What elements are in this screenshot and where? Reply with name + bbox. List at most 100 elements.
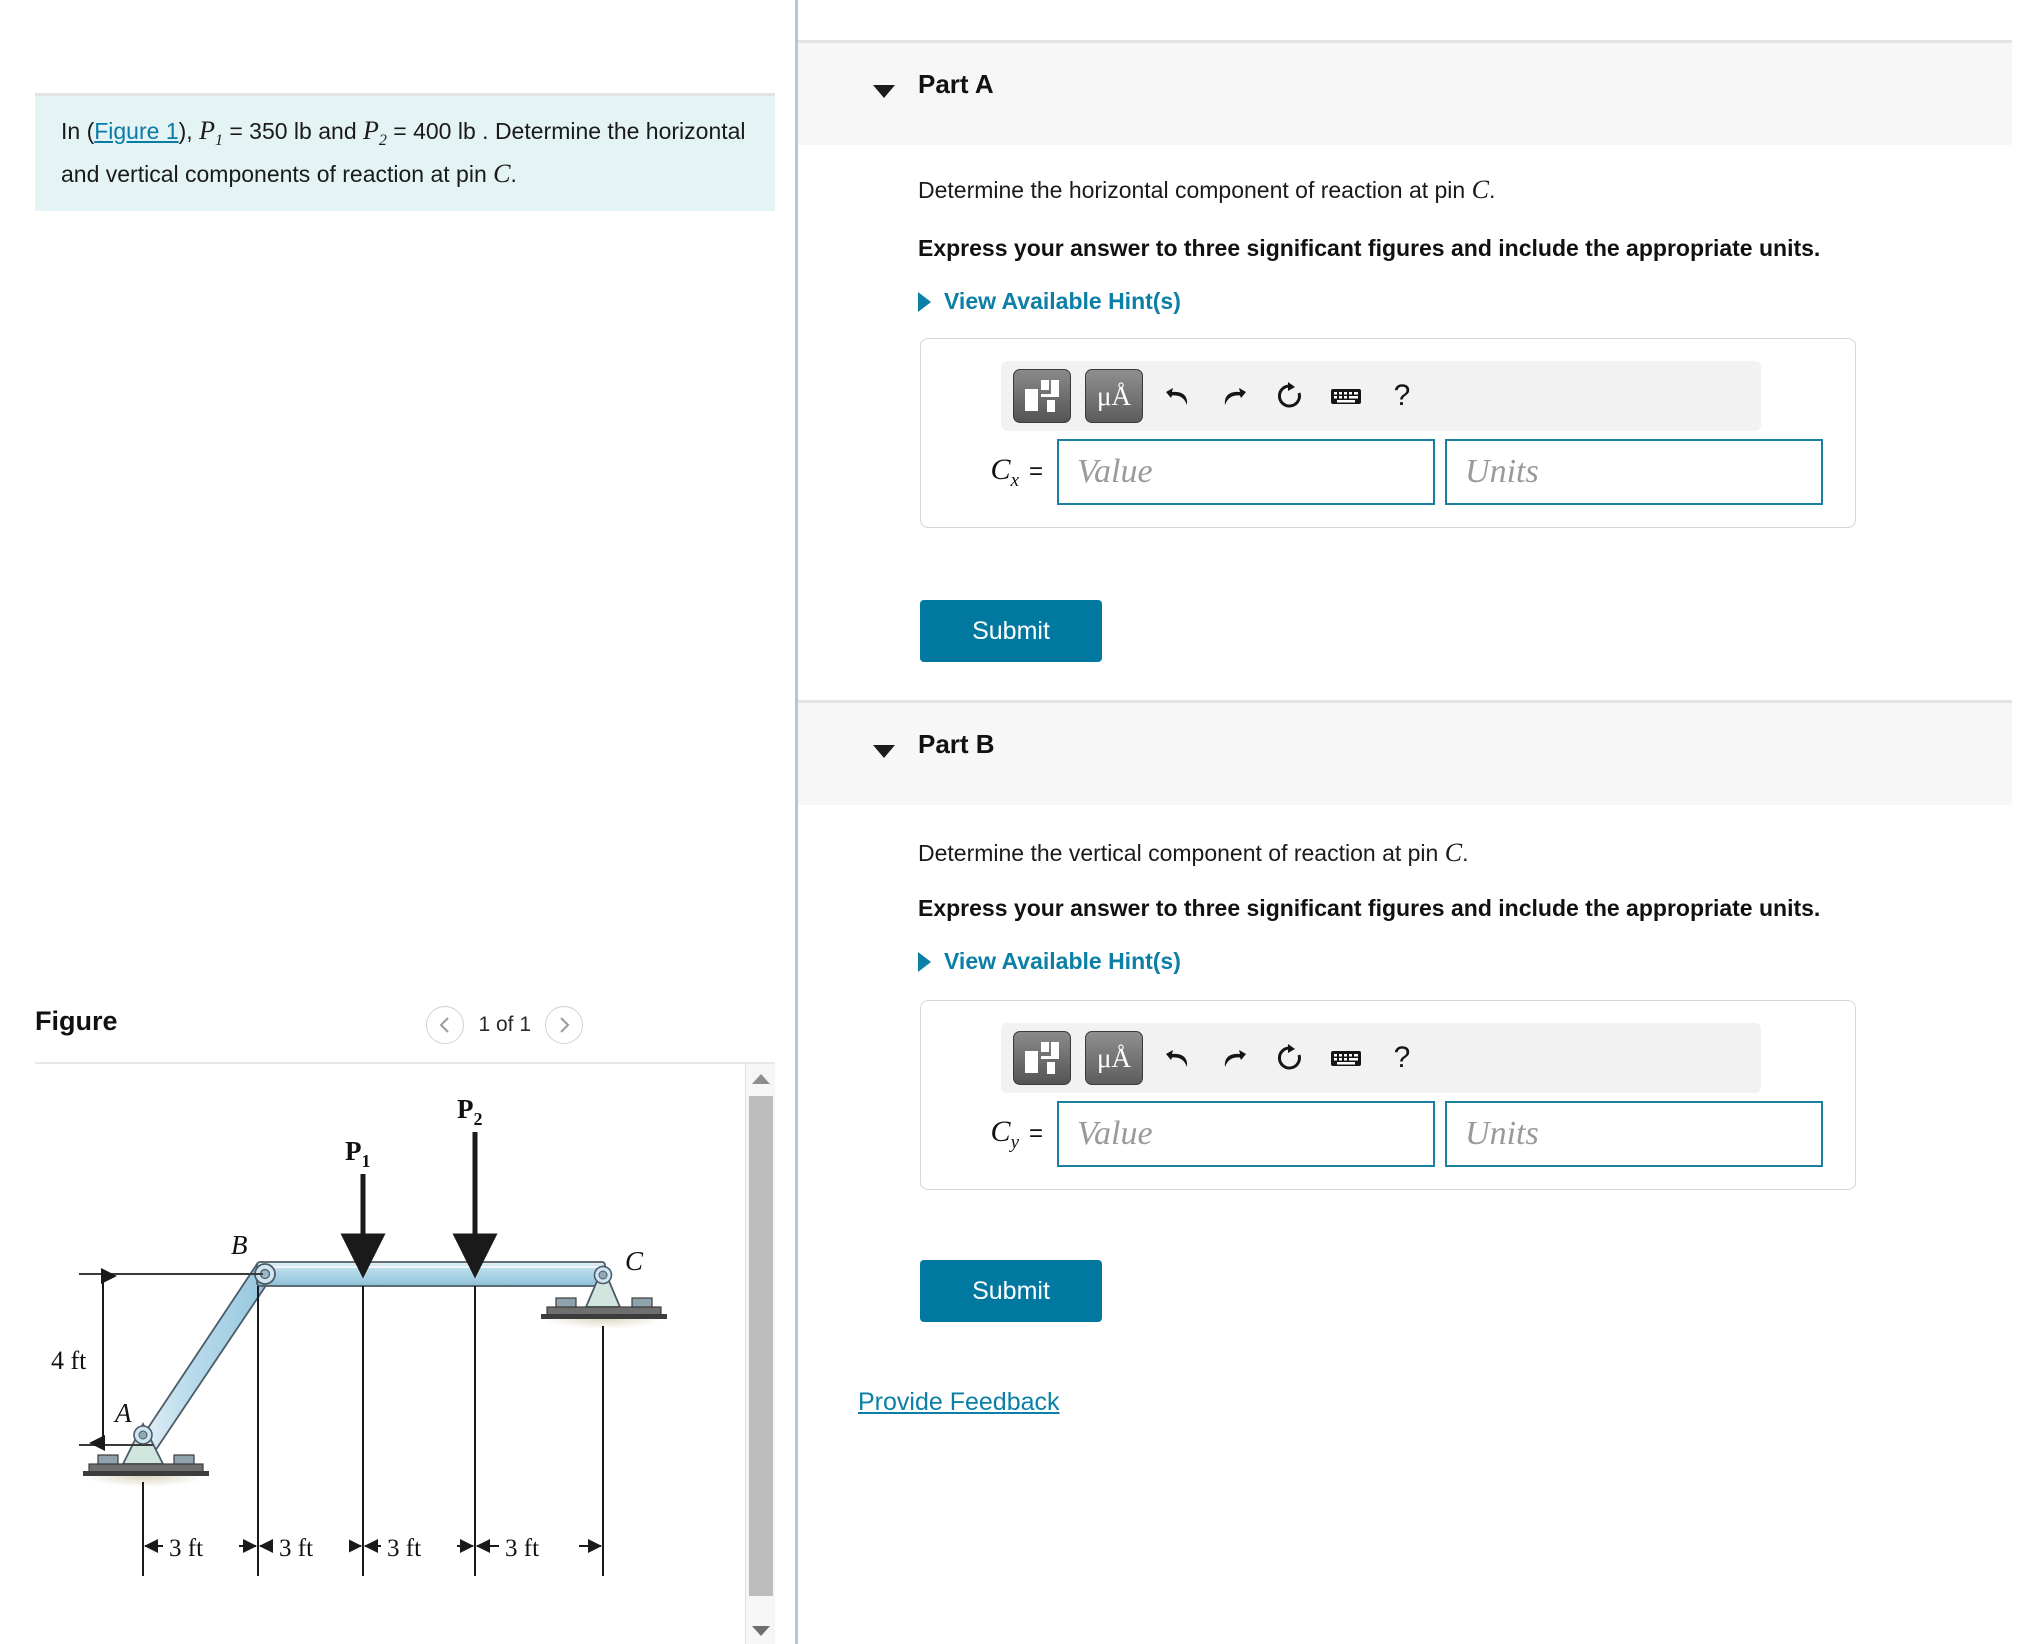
dimension-seg3-label: 3 ft <box>387 1535 421 1562</box>
part-a-prompt: Determine the horizontal component of re… <box>918 175 1495 205</box>
redo-arrow-icon[interactable] <box>1213 375 1255 417</box>
part-b-equals-sign: = <box>1029 1120 1044 1147</box>
part-a-value-input[interactable]: Value <box>1057 439 1436 505</box>
p1-value: = 350 lb <box>222 118 312 144</box>
help-glyph: ? <box>1393 379 1411 412</box>
scrollbar-up-button[interactable] <box>746 1064 776 1094</box>
part-a-answer-label: Cx <box>990 452 1019 491</box>
label-B: B <box>231 1230 248 1260</box>
figure-header: Figure 1 of 1 <box>35 1000 775 1062</box>
part-a-prompt-text: Determine the horizontal component of re… <box>918 177 1472 203</box>
keyboard-icon[interactable] <box>1325 1037 1367 1079</box>
figure-navigation: 1 of 1 <box>426 1006 583 1044</box>
redo-arrow-icon[interactable] <box>1213 1037 1255 1079</box>
caret-down-icon[interactable] <box>873 745 895 758</box>
caret-down-icon[interactable] <box>873 85 895 98</box>
part-a-equals-sign: = <box>1029 458 1044 485</box>
part-b-units-input[interactable]: Units <box>1445 1101 1824 1167</box>
figure-counter: 1 of 1 <box>478 1013 531 1036</box>
question-statement-box: In (Figure 1), P1 = 350 lb and P2 = 400 … <box>35 93 775 212</box>
part-a-value-placeholder: Value <box>1077 453 1153 490</box>
micro-angstrom-units-icon[interactable]: μÅ <box>1085 1031 1143 1085</box>
part-b-units-placeholder: Units <box>1465 1115 1539 1152</box>
question-mark-icon[interactable]: ? <box>1381 1037 1423 1079</box>
math-template-icon[interactable] <box>1013 369 1071 423</box>
part-a-answer-box: μÅ ? Cx = Value Units <box>920 338 1856 528</box>
pin-support-A <box>83 1421 209 1476</box>
beam-frame-diagram: P1 P2 B C A 4 ft 3 ft 3 ft 3 ft 3 ft <box>51 1094 667 1576</box>
part-a-pin-symbol: C <box>1471 175 1489 204</box>
reset-circular-arrow-icon[interactable] <box>1269 375 1311 417</box>
figure-diagram: P1 P2 B C A 4 ft 3 ft 3 ft 3 ft 3 ft <box>35 1064 745 1644</box>
dimension-seg1-label: 3 ft <box>169 1535 203 1562</box>
part-b-instruction: Express your answer to three significant… <box>918 895 1821 921</box>
caret-right-icon <box>918 951 931 972</box>
part-a-title: Part A <box>918 69 994 99</box>
figure-title: Figure <box>35 1006 118 1036</box>
undo-arrow-icon[interactable] <box>1157 375 1199 417</box>
part-b-answer-label: Cy <box>990 1114 1019 1153</box>
figure-prev-button[interactable] <box>426 1006 465 1044</box>
part-b-submit-button[interactable]: Submit <box>920 1260 1102 1322</box>
part-b-equation-row: Cy = Value Units <box>947 1101 1824 1167</box>
provide-feedback-link[interactable]: Provide Feedback <box>858 1388 1060 1417</box>
reset-circular-arrow-icon[interactable] <box>1269 1037 1311 1079</box>
part-a-prompt-period: . <box>1488 177 1496 203</box>
p1-symbol: P1 <box>199 116 223 150</box>
help-glyph: ? <box>1393 1041 1411 1074</box>
label-A: A <box>113 1398 132 1428</box>
p2-value: = 400 lb <box>386 118 476 144</box>
figure-pane: P1 P2 B C A 4 ft 3 ft 3 ft 3 ft 3 ft <box>35 1062 775 1644</box>
part-b-hints-label: View Available Hint(s) <box>944 948 1181 974</box>
units-glyph: μÅ <box>1097 380 1131 411</box>
label-C: C <box>625 1246 644 1276</box>
question-text: In (Figure 1), P1 = 350 lb and P2 = 400 … <box>61 114 749 191</box>
label-P2: P2 <box>457 1094 483 1129</box>
conjunction-and: and <box>311 118 363 144</box>
question-after-link: ), <box>178 118 200 144</box>
part-a-view-hints-link[interactable]: View Available Hint(s) <box>918 288 1181 315</box>
member-AB <box>136 1262 275 1456</box>
scrollbar-down-button[interactable] <box>746 1616 776 1644</box>
part-b-pin-symbol: C <box>1444 838 1463 867</box>
caret-right-icon <box>918 291 931 312</box>
part-b-header[interactable]: Part B <box>798 700 2012 805</box>
part-b-prompt-text: Determine the vertical component of reac… <box>918 840 1445 866</box>
part-a-header[interactable]: Part A <box>798 40 2012 145</box>
part-a-units-input[interactable]: Units <box>1445 439 1824 505</box>
figure-next-button[interactable] <box>545 1006 583 1044</box>
page-root: In (Figure 1), P1 = 350 lb and P2 = 400 … <box>0 0 2026 1644</box>
dimension-height-label: 4 ft <box>51 1346 87 1375</box>
part-b-prompt-period: . <box>1462 840 1469 866</box>
chevron-left-icon <box>440 1017 450 1033</box>
pin-c-symbol: C <box>493 159 511 189</box>
part-a-submit-button[interactable]: Submit <box>920 600 1102 662</box>
part-a-units-placeholder: Units <box>1465 453 1539 490</box>
dimension-seg4-label: 3 ft <box>505 1535 539 1562</box>
part-a-hints-label: View Available Hint(s) <box>944 288 1181 314</box>
units-glyph: μÅ <box>1097 1042 1131 1073</box>
micro-angstrom-units-icon[interactable]: μÅ <box>1085 369 1143 423</box>
part-b-title: Part B <box>918 729 995 759</box>
question-period: . <box>510 161 517 188</box>
undo-arrow-icon[interactable] <box>1157 1037 1199 1079</box>
part-a-math-toolbar: μÅ ? <box>1001 361 1761 431</box>
scrollbar-thumb[interactable] <box>749 1096 773 1596</box>
triangle-up-icon <box>752 1074 770 1084</box>
chevron-right-icon <box>560 1017 570 1033</box>
part-a-equation-row: Cx = Value Units <box>947 439 1824 505</box>
keyboard-icon[interactable] <box>1325 375 1367 417</box>
part-b-math-toolbar: μÅ ? <box>1001 1023 1761 1093</box>
part-b-value-placeholder: Value <box>1077 1115 1153 1152</box>
part-b-view-hints-link[interactable]: View Available Hint(s) <box>918 948 1181 975</box>
math-template-icon[interactable] <box>1013 1031 1071 1085</box>
figure-1-link[interactable]: Figure 1 <box>94 118 178 144</box>
part-b-value-input[interactable]: Value <box>1057 1101 1436 1167</box>
dimension-seg2-label: 3 ft <box>279 1535 313 1562</box>
question-prefix: In ( <box>61 118 95 144</box>
question-mark-icon[interactable]: ? <box>1381 375 1423 417</box>
figure-scrollbar[interactable] <box>745 1064 775 1644</box>
p2-symbol: P2 <box>363 116 387 150</box>
triangle-down-icon <box>752 1626 770 1636</box>
part-b-prompt: Determine the vertical component of reac… <box>918 838 1468 868</box>
